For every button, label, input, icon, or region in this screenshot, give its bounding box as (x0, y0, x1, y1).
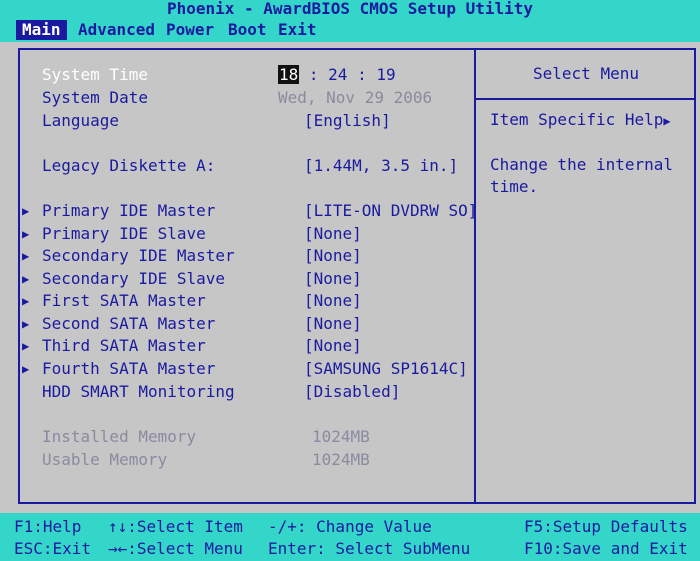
system-date-row[interactable]: System Date Wed, Nov 29 2006 (0, 87, 474, 109)
submenu-arrow-icon: ▶ (22, 339, 30, 353)
system-time-row[interactable]: System Time 18 : 24 : 19 (0, 64, 474, 86)
submenu-arrow-icon: ▶ (22, 294, 30, 308)
first-sata-master-row[interactable]: ▶ First SATA Master [None] (0, 290, 474, 312)
menu-boot[interactable]: Boot (222, 20, 273, 40)
footer-f1-help: F1:Help (14, 517, 82, 536)
footer-select-item: ↑↓:Select Item (108, 517, 243, 536)
help-title: Select Menu (533, 64, 639, 83)
submenu-arrow-icon: ▶ (22, 227, 30, 241)
first-sata-master-value[interactable]: [None] (304, 290, 362, 312)
language-row[interactable]: Language [English] (0, 110, 474, 132)
fourth-sata-master-row[interactable]: ▶ Fourth SATA Master [SAMSUNG SP1614C] (0, 358, 474, 380)
hdd-smart-value[interactable]: [Disabled] (304, 381, 400, 403)
help-arrow-icon: ▶ (663, 114, 671, 128)
footer-f5-defaults: F5:Setup Defaults (524, 517, 688, 536)
third-sata-master-row[interactable]: ▶ Third SATA Master [None] (0, 335, 474, 357)
footer-change-value: -/+: Change Value (268, 517, 432, 536)
help-divider (476, 98, 696, 100)
help-subtitle-text: Item Specific Help (490, 110, 664, 129)
system-date-value[interactable]: Wed, Nov 29 2006 (278, 87, 432, 109)
footer-enter-submenu: Enter: Select SubMenu (268, 539, 471, 558)
system-date-label: System Date (42, 88, 148, 107)
secondary-ide-master-label: Secondary IDE Master (42, 246, 235, 265)
primary-ide-master-label: Primary IDE Master (42, 201, 216, 220)
fourth-sata-master-label: Fourth SATA Master (42, 359, 216, 378)
legacy-diskette-label: Legacy Diskette A: (42, 156, 216, 175)
menu-exit[interactable]: Exit (272, 20, 323, 40)
menu-bar: Main Advanced Power Boot Exit (0, 18, 700, 42)
panel-divider (474, 48, 476, 504)
usable-memory-row: Usable Memory 1024MB (0, 449, 474, 471)
third-sata-master-value[interactable]: [None] (304, 335, 362, 357)
hdd-smart-row[interactable]: HDD SMART Monitoring [Disabled] (0, 381, 474, 403)
system-time-value[interactable]: 18 : 24 : 19 (278, 64, 396, 86)
primary-ide-slave-row[interactable]: ▶ Primary IDE Slave [None] (0, 223, 474, 245)
second-sata-master-row[interactable]: ▶ Second SATA Master [None] (0, 313, 474, 335)
submenu-arrow-icon: ▶ (22, 272, 30, 286)
language-value[interactable]: [English] (304, 110, 391, 132)
third-sata-master-label: Third SATA Master (42, 336, 206, 355)
installed-memory-label: Installed Memory (42, 427, 197, 446)
fourth-sata-master-value[interactable]: [SAMSUNG SP1614C] (304, 358, 468, 380)
secondary-ide-master-row[interactable]: ▶ Secondary IDE Master [None] (0, 245, 474, 267)
menu-power[interactable]: Power (160, 20, 220, 40)
system-time-rest[interactable]: : 24 : 19 (299, 65, 396, 84)
window-title: Phoenix - AwardBIOS CMOS Setup Utility (0, 0, 700, 18)
menu-main[interactable]: Main (16, 20, 67, 40)
secondary-ide-master-value[interactable]: [None] (304, 245, 362, 267)
primary-ide-slave-value[interactable]: [None] (304, 223, 362, 245)
second-sata-master-label: Second SATA Master (42, 314, 216, 333)
footer-bar: F1:Help ESC:Exit ↑↓:Select Item →←:Selec… (0, 513, 700, 561)
legacy-diskette-row[interactable]: Legacy Diskette A: [1.44M, 3.5 in.] (0, 155, 474, 177)
primary-ide-master-row[interactable]: ▶ Primary IDE Master [LITE-ON DVDRW SO] (0, 200, 477, 222)
system-time-label: System Time (42, 65, 148, 84)
hdd-smart-label: HDD SMART Monitoring (42, 382, 235, 401)
usable-memory-value: 1024MB (312, 450, 370, 469)
help-subtitle: Item Specific Help▶ (490, 110, 671, 129)
footer-select-menu: →←:Select Menu (108, 539, 243, 558)
legacy-diskette-value[interactable]: [1.44M, 3.5 in.] (304, 155, 458, 177)
second-sata-master-value[interactable]: [None] (304, 313, 362, 335)
usable-memory-label: Usable Memory (42, 450, 168, 469)
system-time-hour[interactable]: 18 (278, 65, 300, 84)
submenu-arrow-icon: ▶ (22, 317, 30, 331)
submenu-arrow-icon: ▶ (22, 204, 30, 218)
installed-memory-row: Installed Memory 1024MB (0, 426, 474, 448)
primary-ide-slave-label: Primary IDE Slave (42, 224, 206, 243)
help-text: Change the internal time. (490, 155, 674, 196)
language-label: Language (42, 111, 120, 130)
first-sata-master-label: First SATA Master (42, 291, 206, 310)
secondary-ide-slave-row[interactable]: ▶ Secondary IDE Slave [None] (0, 268, 474, 290)
submenu-arrow-icon: ▶ (22, 362, 30, 376)
installed-memory-value: 1024MB (312, 427, 370, 446)
menu-advanced[interactable]: Advanced (72, 20, 161, 40)
footer-f10-save-exit: F10:Save and Exit (524, 539, 688, 558)
footer-esc-exit: ESC:Exit (14, 539, 92, 558)
secondary-ide-slave-value[interactable]: [None] (304, 268, 362, 290)
submenu-arrow-icon: ▶ (22, 249, 30, 263)
primary-ide-master-value[interactable]: [LITE-ON DVDRW SO] (304, 200, 477, 222)
secondary-ide-slave-label: Secondary IDE Slave (42, 269, 226, 288)
